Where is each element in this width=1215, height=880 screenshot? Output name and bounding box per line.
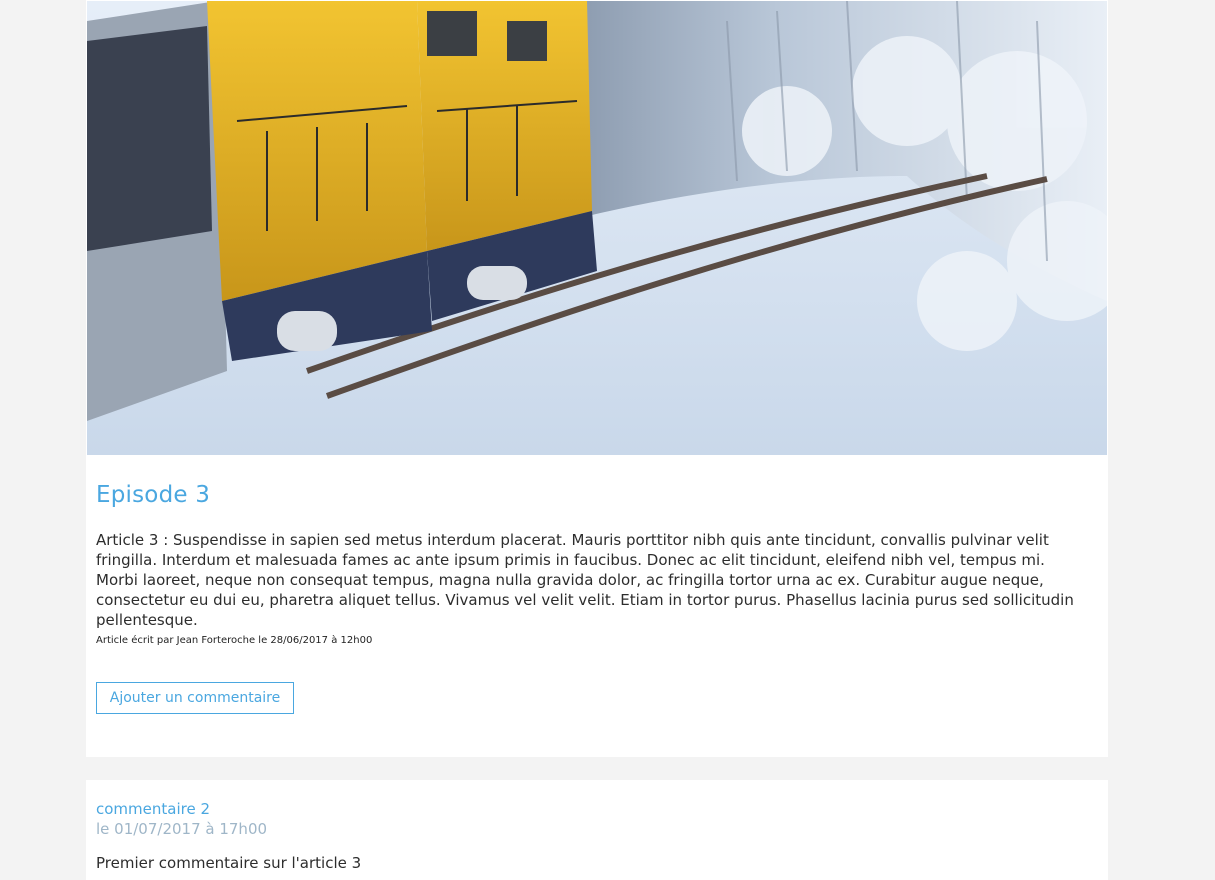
comment-card: commentaire 2 le 01/07/2017 à 17h00 Prem… (86, 780, 1108, 880)
add-comment-button[interactable]: Ajouter un commentaire (96, 682, 294, 714)
comment-text: Premier commentaire sur l'article 3 (96, 854, 362, 872)
article-meta: Article écrit par Jean Forteroche le 28/… (96, 635, 373, 646)
article-body: Article 3 : Suspendisse in sapien sed me… (96, 531, 1074, 629)
comment-date: le 01/07/2017 à 17h00 (96, 820, 268, 838)
article-image (87, 1, 1107, 455)
article-card: Episode 3 Article 3 : Suspendisse in sap… (86, 0, 1108, 757)
comment-author[interactable]: commentaire 2 (96, 800, 210, 818)
article-title: Episode 3 (96, 482, 211, 508)
